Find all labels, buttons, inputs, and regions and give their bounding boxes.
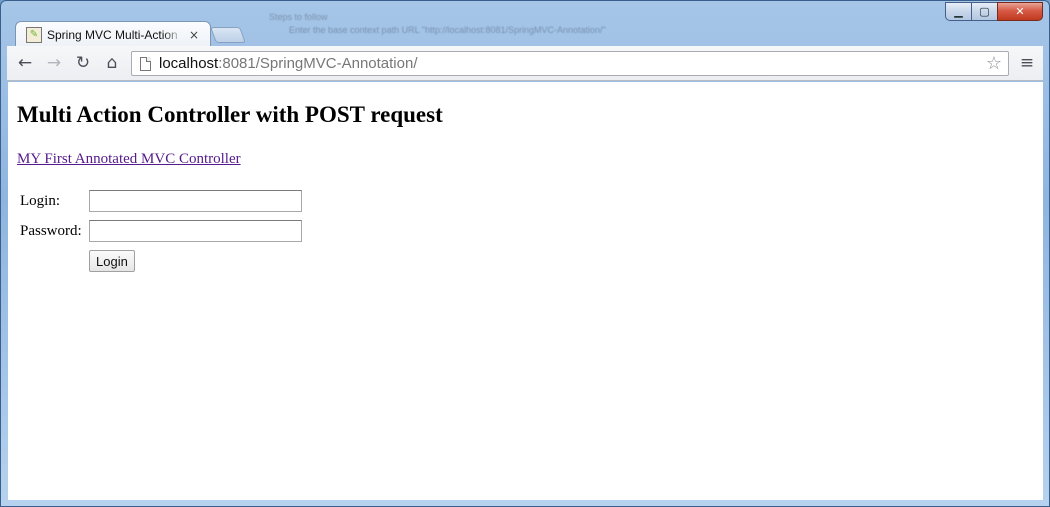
reload-button[interactable]: ↻ (71, 52, 95, 74)
url-host: localhost (159, 55, 219, 72)
maximize-button[interactable]: ▢ (971, 2, 998, 21)
login-button[interactable]: Login (89, 250, 135, 272)
window-controls: ▁ ▢ ✕ (945, 2, 1043, 21)
background-window-text: Steps to follow Enter the base context p… (269, 11, 769, 45)
forward-button[interactable]: → (42, 52, 66, 74)
minimize-icon: ▁ (954, 5, 963, 18)
tab-close-icon[interactable]: × (189, 28, 199, 42)
page-heading: Multi Action Controller with POST reques… (17, 102, 443, 127)
password-label: Password: (20, 223, 82, 239)
login-input[interactable] (89, 190, 302, 212)
close-window-button[interactable]: ✕ (997, 2, 1043, 21)
page-content: Multi Action Controller with POST reques… (8, 82, 1043, 500)
home-button[interactable]: ⌂ (100, 52, 124, 74)
close-icon: ✕ (1015, 5, 1025, 18)
login-label: Login: (20, 193, 60, 209)
new-tab-button[interactable] (210, 27, 246, 43)
minimize-button[interactable]: ▁ (945, 2, 972, 21)
tab-title: Spring MVC Multi-Action (47, 27, 178, 42)
url-text: localhost:8081/SpringMVC-Annotation/ (159, 55, 418, 72)
title-bar: Steps to follow Enter the base context p… (1, 1, 1049, 47)
maximize-icon: ▢ (979, 5, 990, 18)
forward-arrow-icon: → (46, 53, 62, 73)
background-text-line: Steps to follow (269, 12, 328, 22)
reload-icon: ↻ (75, 53, 91, 73)
bookmark-star-icon[interactable]: ☆ (986, 53, 1002, 74)
home-icon: ⌂ (106, 53, 118, 73)
url-path: :8081/SpringMVC-Annotation/ (218, 55, 418, 72)
back-arrow-icon: ← (17, 53, 33, 73)
background-text-line: Enter the base context path URL "http://… (289, 25, 606, 35)
favicon-icon: ✎ (26, 26, 42, 43)
first-controller-link[interactable]: MY First Annotated MVC Controller (17, 151, 241, 168)
browser-toolbar: ← → ↻ ⌂ localhost:8081/SpringMVC-Annotat… (7, 46, 1043, 81)
page-icon (140, 56, 151, 71)
browser-window: Steps to follow Enter the base context p… (0, 0, 1050, 507)
address-bar[interactable]: localhost:8081/SpringMVC-Annotation/ ☆ (131, 51, 1009, 76)
password-input[interactable] (89, 220, 302, 242)
back-button[interactable]: ← (13, 52, 37, 74)
browser-menu-button[interactable]: ≡ (1015, 52, 1039, 74)
hamburger-menu-icon: ≡ (1019, 53, 1035, 73)
browser-tab[interactable]: ✎ Spring MVC Multi-Action × (15, 21, 211, 47)
